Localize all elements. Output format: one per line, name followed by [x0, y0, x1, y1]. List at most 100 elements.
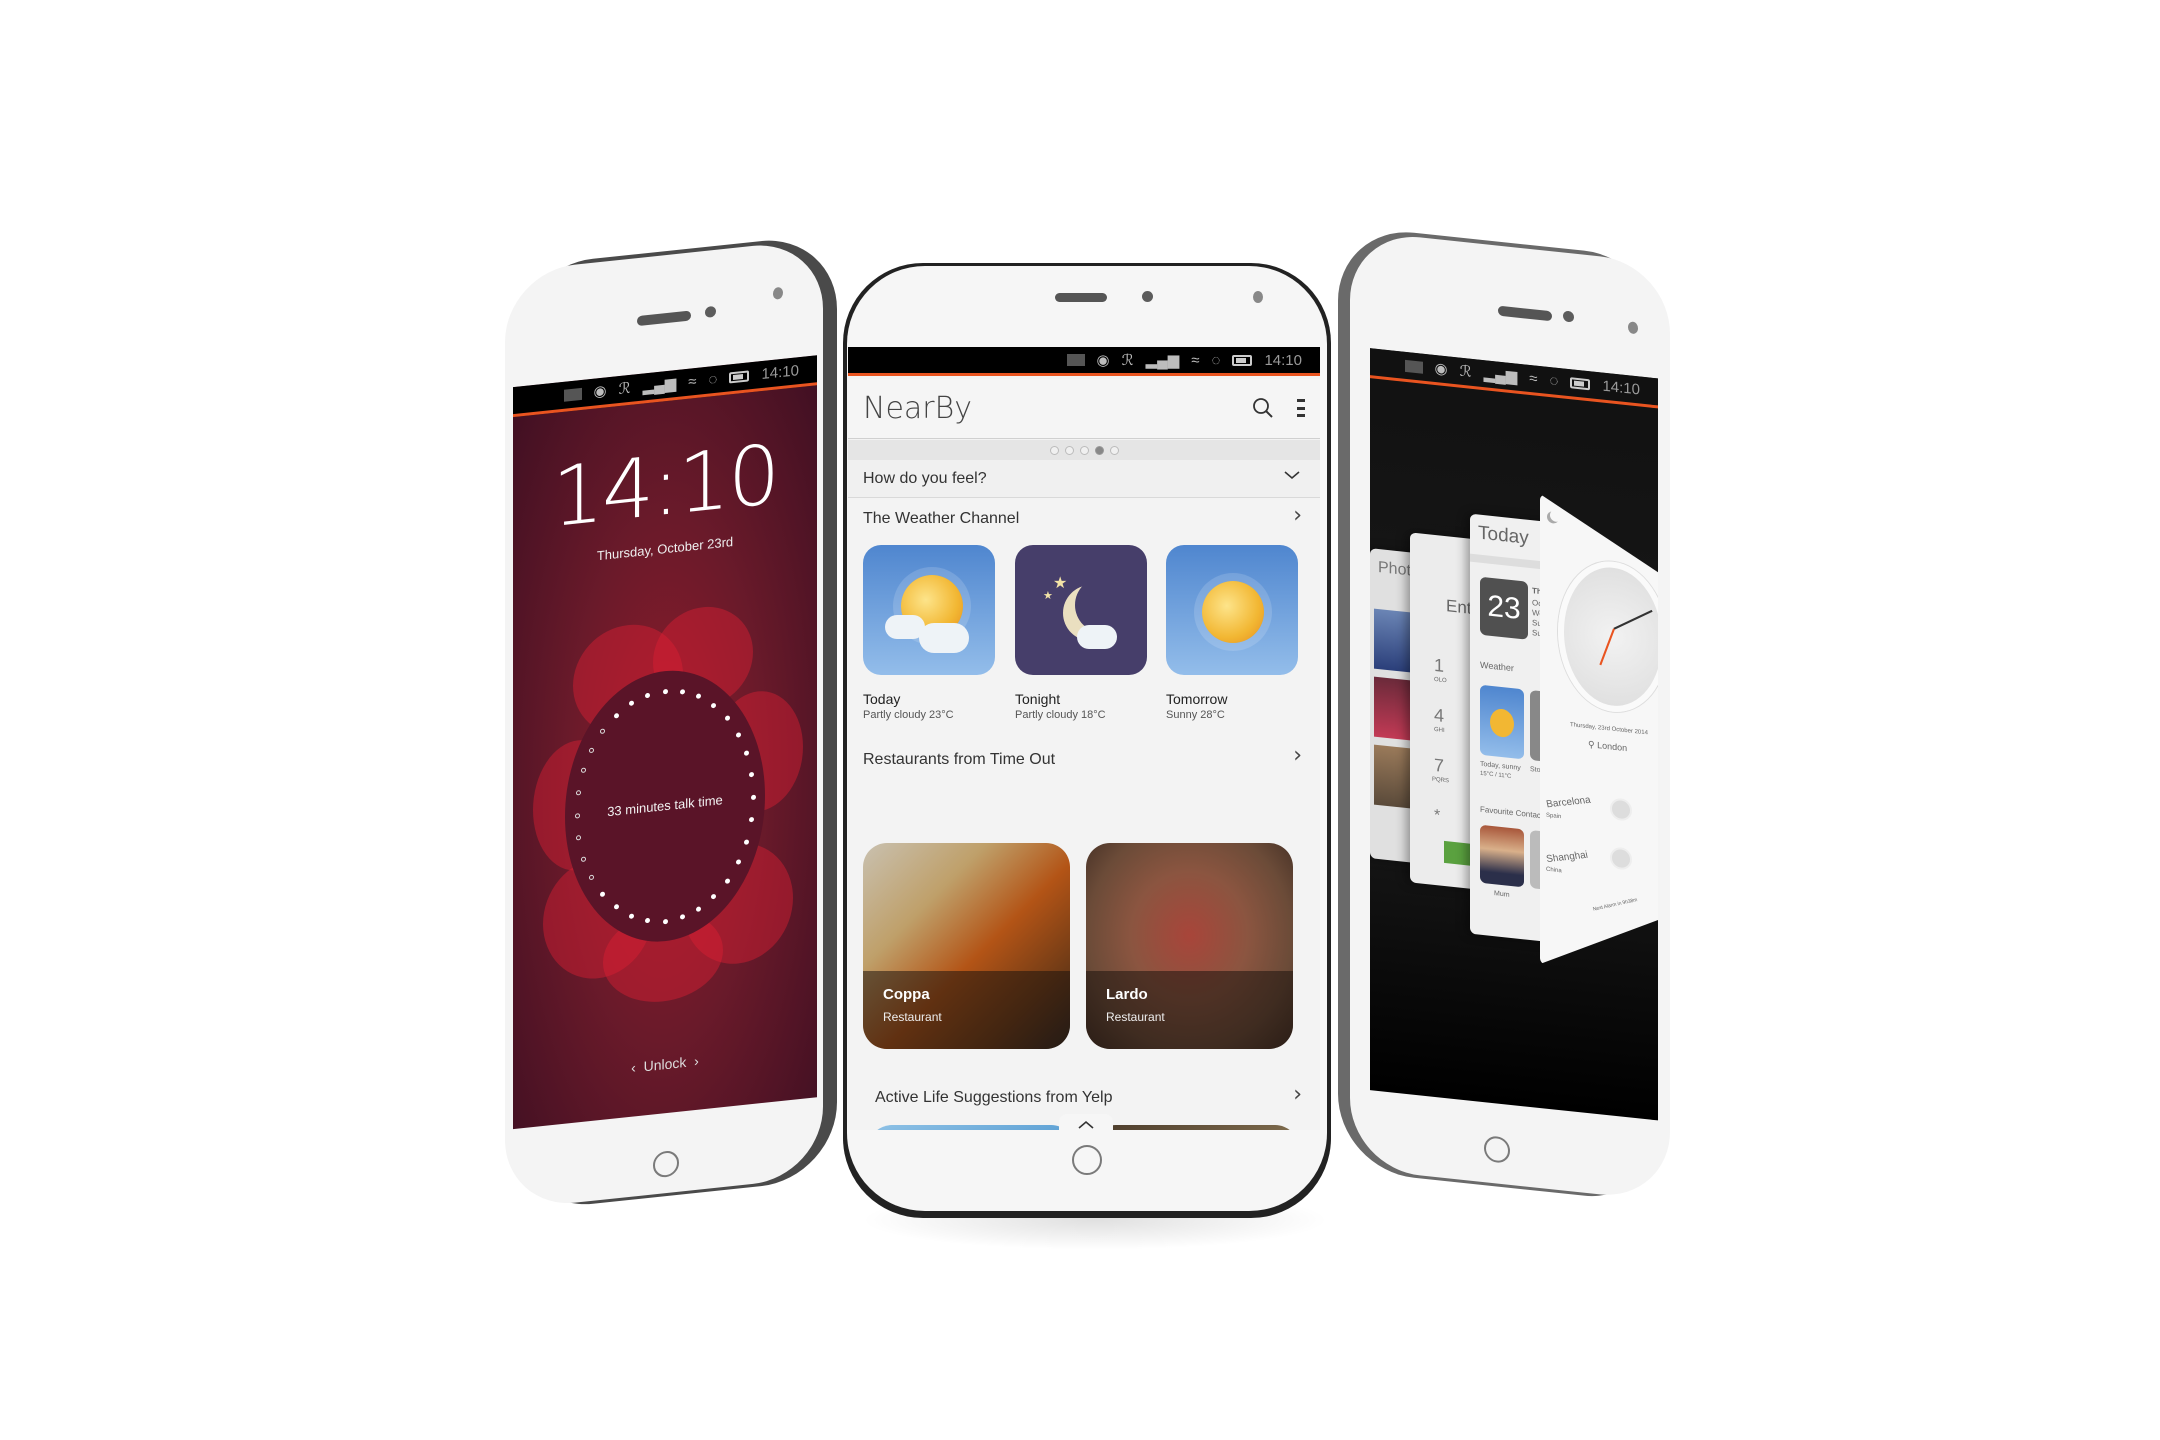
phone-lock-screen: ◉ ℛ ▂▄▆ ≈ ◌ 14:10 14:10 Thursday, Octobe… [505, 233, 837, 1228]
infographic-dot [696, 693, 702, 700]
restaurant-card-lardo[interactable]: Lardo Restaurant [1086, 843, 1293, 1049]
dial-key-letters: GHI [1434, 726, 1445, 735]
bottom-edge-handle[interactable] [1059, 1114, 1113, 1130]
infographic-dot [679, 688, 685, 695]
signal-icon: ▂▄▆ [642, 374, 677, 396]
status-clock: 14:10 [1264, 351, 1302, 369]
infographic-dot [735, 731, 741, 738]
phone-nearby-scope: ◉ ℛ ▂▄▆ ≈ ◌ 14:10 NearBy How do you feel… [843, 263, 1331, 1218]
restaurant-type: Restaurant [883, 1010, 942, 1024]
weather-detail: Partly cloudy 23°C [863, 709, 954, 721]
chevron-right-icon[interactable]: › [1293, 743, 1302, 768]
volume-icon: ◌ [1211, 351, 1221, 369]
infographic-dot [750, 794, 756, 800]
dial-key-letters: PQRS [1432, 776, 1450, 785]
world-clock-city: Shanghai [1545, 849, 1589, 866]
page-dot[interactable] [1079, 445, 1089, 455]
search-button[interactable] [1252, 397, 1274, 419]
clock-location: ⚲ London [1588, 739, 1628, 754]
lock-screen[interactable]: ◉ ℛ ▂▄▆ ≈ ◌ 14:10 14:10 Thursday, Octobe… [513, 355, 817, 1130]
page-dot[interactable] [1064, 445, 1074, 455]
mail-icon [1404, 359, 1423, 374]
weather-tile-today[interactable] [863, 545, 995, 675]
weather-name: Today [863, 691, 901, 707]
infographic-dot [613, 712, 619, 719]
yelp-card[interactable] [1092, 1125, 1299, 1130]
task-switcher-screen: ◉ ℛ ▂▄▆ ≈ ◌ 14:10 Phot Ente 1 OLO 4 GHI … [1370, 348, 1658, 1121]
signal-icon: ▂▄▆ [1145, 351, 1180, 369]
chevron-right-icon[interactable]: › [1293, 1082, 1302, 1107]
chevron-up-icon [1078, 1120, 1094, 1129]
world-clock-country: China [1546, 866, 1562, 875]
proximity-sensor [1628, 321, 1638, 335]
overflow-menu-button[interactable] [1296, 397, 1306, 419]
dial-key: 7 [1434, 754, 1445, 776]
section-title-restaurants[interactable]: Restaurants from Time Out [863, 751, 1055, 769]
photo-thumb [1374, 608, 1414, 673]
page-dot[interactable] [1049, 445, 1059, 455]
infographic-dot [600, 728, 606, 735]
chevron-right-icon[interactable]: › [1293, 503, 1302, 528]
infographic-dot [662, 688, 668, 694]
phone-task-switcher: ◉ ℛ ▂▄▆ ≈ ◌ 14:10 Phot Ente 1 OLO 4 GHI … [1338, 224, 1673, 1220]
infographic-dot [645, 918, 651, 924]
page-indicator[interactable] [848, 440, 1320, 460]
infographic-dot [724, 878, 730, 884]
infographic-dot [748, 771, 754, 778]
page-title: NearBy [863, 391, 973, 426]
proximity-sensor [1253, 291, 1263, 303]
how-do-you-feel-dropdown[interactable]: How do you feel? [848, 460, 1320, 498]
weather-item-name: Today, sunny [1480, 760, 1521, 772]
unlock-left-glyph: ‹ [631, 1059, 636, 1076]
infographic-label: 33 minutes talk time [607, 792, 723, 820]
battery-icon [729, 370, 750, 384]
infographic-dot [662, 918, 668, 924]
feel-label: How do you feel? [863, 470, 987, 487]
contact-name: Mum [1494, 890, 1510, 899]
front-camera [1142, 291, 1153, 302]
infographic-dot [724, 715, 730, 722]
photo-thumb [1374, 744, 1414, 809]
page-dot[interactable] [1109, 445, 1119, 455]
weather-tile-tomorrow[interactable] [1166, 545, 1298, 675]
sun-icon [1202, 581, 1264, 643]
search-icon [1253, 398, 1273, 418]
task-card-clock[interactable]: Thursday, 23rd October 2014 ⚲ London Bar… [1540, 494, 1658, 976]
restaurant-name: Lardo [1106, 986, 1148, 1003]
weather-tile-tonight[interactable]: ★ ★ [1015, 545, 1147, 675]
sun-icon [1490, 707, 1514, 739]
weather-item-detail: 15°C / 11°C [1480, 770, 1512, 781]
infographic-dot [645, 692, 651, 698]
page-dot[interactable] [1094, 445, 1104, 455]
restaurant-type: Restaurant [1106, 1010, 1165, 1024]
cloud-icon [1077, 625, 1117, 649]
section-title-yelp[interactable]: Active Life Suggestions from Yelp [875, 1089, 1112, 1107]
yelp-card[interactable] [868, 1125, 1075, 1130]
restaurant-card-coppa[interactable]: Coppa Restaurant [863, 843, 1070, 1049]
dial-key: 4 [1434, 704, 1445, 726]
infographic-dot [711, 702, 717, 709]
dial-key: * [1434, 806, 1441, 825]
location-name: London [1597, 740, 1628, 754]
infographic-dot [711, 893, 717, 900]
status-clock: 14:10 [1602, 377, 1640, 399]
world-clock-dial [1610, 797, 1632, 821]
unlock-hint[interactable]: ‹ Unlock › [513, 1040, 817, 1088]
menu-bar [1297, 399, 1305, 402]
bluetooth-icon: ℛ [1459, 362, 1472, 381]
home-button[interactable] [1072, 1145, 1102, 1175]
status-bar[interactable]: ◉ ℛ ▂▄▆ ≈ ◌ 14:10 [848, 347, 1320, 376]
minute-hand [1614, 610, 1653, 630]
infographic-dot [581, 767, 587, 774]
weather-label: Weather [1480, 659, 1514, 674]
weather-name: Tonight [1015, 691, 1061, 707]
menu-bar [1297, 406, 1305, 410]
photo-thumb [1374, 676, 1414, 741]
section-title-weather[interactable]: The Weather Channel [863, 510, 1019, 528]
volume-icon: ◌ [708, 370, 718, 389]
mail-icon [563, 387, 582, 402]
analog-clock [1558, 556, 1658, 718]
star-icon: ★ [1053, 573, 1068, 592]
bluetooth-icon: ℛ [1121, 351, 1134, 369]
mail-icon [1066, 354, 1085, 366]
